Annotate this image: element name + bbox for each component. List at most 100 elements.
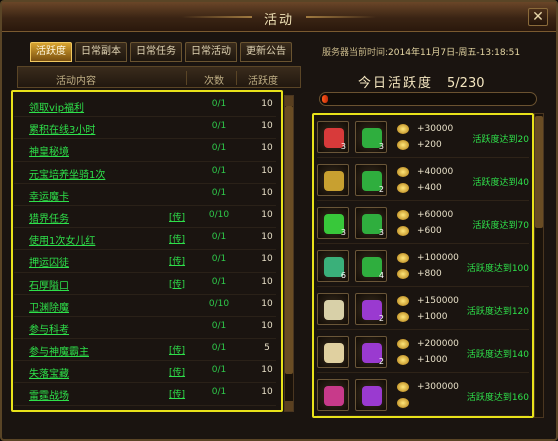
reward-item-icon — [324, 386, 344, 406]
reward-item-slot[interactable]: 3 — [317, 121, 349, 153]
reward-item-slot[interactable]: 2 — [355, 293, 387, 325]
reward-item-qty: 3 — [378, 142, 384, 151]
header-activity: 活跃度 — [248, 76, 278, 87]
teleport-link[interactable]: [传] — [169, 387, 185, 400]
activity-name[interactable]: 累积在线3小时 — [29, 121, 95, 136]
teleport-link[interactable]: [传] — [169, 232, 185, 245]
teleport-link[interactable]: [传] — [169, 210, 185, 223]
reward-item-qty: 2 — [378, 357, 384, 366]
header-divider — [186, 71, 187, 85]
table-row[interactable]: 累积在线3小时 0/1 10 — [14, 117, 276, 140]
title-bar[interactable]: 活动 ✕ — [2, 2, 556, 32]
ingot-icon — [397, 140, 409, 150]
activity-points: 10 — [261, 298, 273, 309]
tab-daily-dungeon[interactable]: 日常副本 — [75, 42, 127, 62]
reward-gold: +60000 — [417, 210, 454, 220]
reward-item-qty: 2 — [378, 185, 384, 194]
reward-row: 2 +150000 +1000 活跃度达到120 — [317, 290, 529, 330]
activity-count: 0/1 — [211, 232, 227, 243]
reward-ingot: +600 — [417, 226, 442, 236]
activity-points: 10 — [261, 187, 273, 198]
tab-activity[interactable]: 活跃度 — [30, 42, 72, 62]
reward-item-slot[interactable] — [317, 379, 349, 411]
table-row[interactable]: 元宝培养坐骑1次 0/1 10 — [14, 162, 276, 184]
reward-item-slot[interactable]: 3 — [355, 207, 387, 239]
activity-points: 10 — [261, 165, 273, 176]
activity-points: 10 — [261, 232, 273, 243]
server-time: 服务器当前时间:2014年11月7日-周五-13:18:51 — [322, 45, 520, 58]
table-row[interactable]: 参与神魔霸主 [传] 0/1 5 — [14, 339, 276, 362]
tab-daily-event[interactable]: 日常活动 — [185, 42, 237, 62]
reward-item-slot[interactable] — [355, 379, 387, 411]
activity-points: 10 — [261, 365, 273, 376]
reward-scrollbar[interactable] — [534, 113, 544, 418]
table-row[interactable]: 猎界任务 [传] 0/10 10 — [14, 206, 276, 229]
activity-name[interactable]: 石厚隘口 — [29, 277, 69, 292]
reward-item-slot[interactable]: 6 — [317, 250, 349, 282]
activity-name[interactable]: 领取vip福利 — [29, 99, 84, 114]
table-row[interactable]: 使用1次女儿红 [传] 0/1 10 — [14, 228, 276, 251]
reward-gold: +100000 — [417, 253, 459, 263]
teleport-link[interactable]: [传] — [169, 343, 185, 356]
reward-ingot: +1000 — [417, 312, 448, 322]
table-row[interactable]: 神皇秘境 0/1 10 — [14, 139, 276, 162]
today-activity-title: 今日活跃度 5/230 — [358, 72, 484, 91]
reward-ingot: +800 — [417, 269, 442, 279]
activity-name[interactable]: 猎界任务 — [29, 210, 69, 225]
table-row[interactable]: 石厚隘口 [传] 0/1 10 — [14, 273, 276, 295]
table-row[interactable]: 卫渊除魔 0/10 10 — [14, 295, 276, 317]
tab-daily-quest[interactable]: 日常任务 — [130, 42, 182, 62]
table-row[interactable]: 押运囚徒 [传] 0/1 10 — [14, 250, 276, 273]
reward-item-slot[interactable] — [317, 293, 349, 325]
ingot-icon — [397, 355, 409, 365]
teleport-link[interactable]: [传] — [169, 277, 185, 290]
reward-item-slot[interactable]: 4 — [355, 250, 387, 282]
reward-scroll-icon — [362, 386, 382, 406]
activity-name[interactable]: 卫渊除魔 — [29, 299, 69, 314]
ingot-icon — [397, 226, 409, 236]
reward-item-slot[interactable]: 3 — [317, 207, 349, 239]
reward-item-icon — [324, 300, 344, 320]
close-button[interactable]: ✕ — [528, 8, 548, 26]
title-ornament-right — [306, 16, 376, 18]
tab-update-notice[interactable]: 更新公告 — [240, 42, 292, 62]
activity-name[interactable]: 雷霆战场 — [29, 387, 69, 402]
reward-item-slot[interactable]: 2 — [355, 164, 387, 196]
reward-item-slot[interactable]: 2 — [355, 336, 387, 368]
table-row[interactable]: 领取vip福利 0/1 10 — [14, 95, 276, 118]
reward-requirement: 活跃度达到140 — [466, 350, 529, 360]
reward-item-slot[interactable] — [317, 164, 349, 196]
table-row[interactable]: 雷霆战场 [传] 0/1 10 — [14, 383, 276, 406]
table-row[interactable]: 参与科考 0/1 10 — [14, 317, 276, 340]
list-scrollbar[interactable] — [284, 95, 294, 412]
window-title: 活动 — [263, 13, 294, 28]
reward-gold: +30000 — [417, 124, 454, 134]
activity-name[interactable]: 失落宝藏 — [29, 365, 69, 380]
activity-count: 0/1 — [211, 165, 227, 176]
reward-requirement: 活跃度达到120 — [466, 307, 529, 317]
activity-name[interactable]: 参与科考 — [29, 321, 69, 336]
scroll-thumb[interactable] — [285, 106, 293, 374]
reward-item-slot[interactable]: 3 — [355, 121, 387, 153]
teleport-link[interactable]: [传] — [169, 254, 185, 267]
today-activity-count: 5/230 — [447, 76, 485, 91]
scroll-down-arrow[interactable] — [285, 401, 293, 411]
activity-name[interactable]: 押运囚徒 — [29, 254, 69, 269]
table-row[interactable]: 失落宝藏 [传] 0/1 10 — [14, 361, 276, 384]
list-header: 活动内容 次数 活跃度 — [17, 66, 301, 88]
reward-row: +300000 活跃度达到160 — [317, 376, 529, 416]
reward-item-slot[interactable] — [317, 336, 349, 368]
activity-name[interactable]: 使用1次女儿红 — [29, 232, 95, 247]
table-row[interactable]: 幸运魔卡 0/1 10 — [14, 184, 276, 206]
scroll-up-arrow[interactable] — [285, 96, 293, 106]
activity-points: 10 — [261, 254, 273, 265]
activity-name[interactable]: 神皇秘境 — [29, 143, 69, 158]
teleport-link[interactable]: [传] — [169, 365, 185, 378]
gold-coin-icon — [397, 296, 409, 306]
reward-scroll-thumb[interactable] — [535, 116, 543, 228]
activity-name[interactable]: 幸运魔卡 — [29, 188, 69, 203]
activity-name[interactable]: 参与神魔霸主 — [29, 343, 89, 358]
ingot-icon — [397, 398, 409, 408]
activity-name[interactable]: 元宝培养坐骑1次 — [29, 166, 105, 181]
activity-count: 0/1 — [211, 365, 227, 376]
